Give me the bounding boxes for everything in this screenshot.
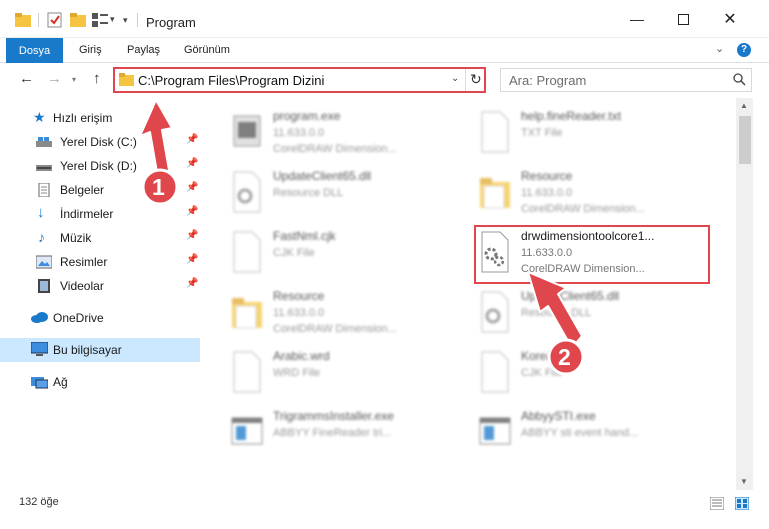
step-1-label: 1 <box>152 174 165 200</box>
arrow-2 <box>527 271 583 349</box>
arrow-1 <box>139 99 173 179</box>
step-2-label: 2 <box>558 344 571 370</box>
annotation-overlay <box>139 99 585 376</box>
details-view-icon[interactable] <box>710 497 724 510</box>
item-count: 132 öğe <box>19 496 59 508</box>
tiles-view-icon[interactable] <box>735 497 749 510</box>
status-bar <box>0 490 769 529</box>
